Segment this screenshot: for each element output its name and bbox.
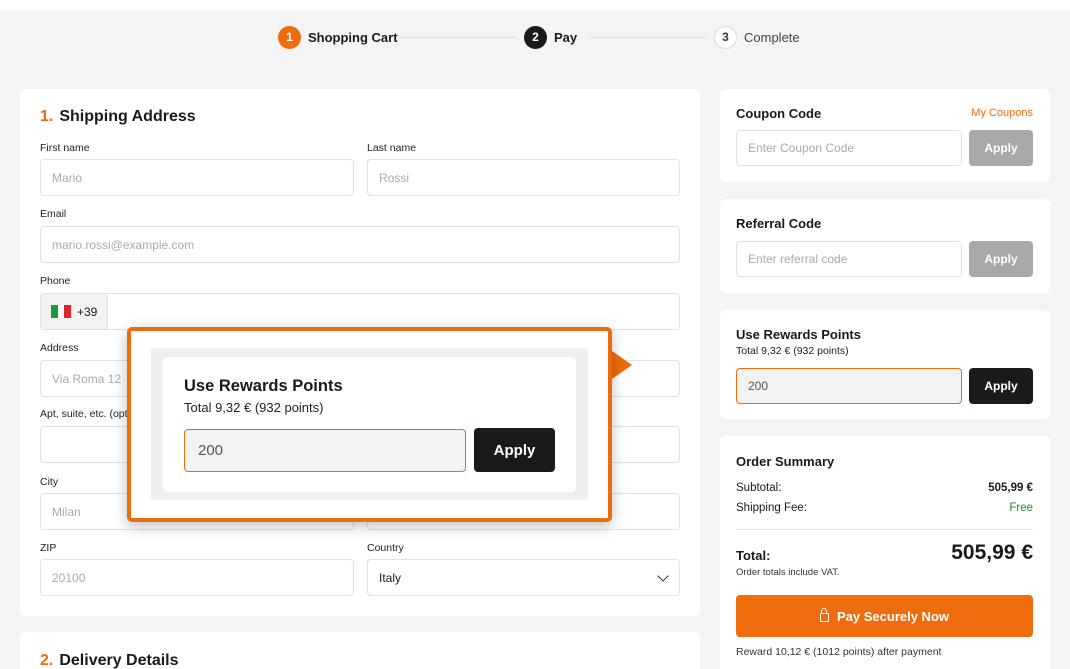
section-title-text: Delivery Details — [59, 652, 179, 669]
callout-backdrop: Use Rewards Points Total 9,32 € (932 poi… — [151, 348, 588, 500]
total-label: Total: — [736, 548, 771, 563]
rewards-zoom-callout: Use Rewards Points Total 9,32 € (932 poi… — [127, 327, 612, 522]
callout-subtitle: Total 9,32 € (932 points) — [184, 400, 324, 415]
country-label: Country — [367, 542, 404, 554]
subtotal-label: Subtotal: — [736, 482, 782, 494]
reward-after-payment-note: Reward 10,12 € (1012 points) after payme… — [736, 646, 942, 658]
chevron-down-icon — [657, 570, 669, 582]
pay-button-label: Pay Securely Now — [837, 608, 949, 624]
summary-divider — [736, 529, 1033, 530]
step-connector — [398, 37, 516, 38]
section-number: 1. — [40, 108, 54, 125]
city-label: City — [40, 476, 59, 488]
step-label: Complete — [744, 29, 800, 45]
country-select[interactable]: Italy — [367, 559, 680, 596]
subtotal-value: 505,99 € — [988, 482, 1033, 494]
step-label: Pay — [554, 29, 578, 45]
callout-rewards-card: Use Rewards Points Total 9,32 € (932 poi… — [163, 357, 576, 492]
step-connector — [590, 37, 706, 38]
referral-input[interactable]: Enter referral code — [736, 241, 962, 277]
italy-flag-icon — [51, 305, 72, 318]
first-name-label: First name — [40, 142, 90, 154]
referral-apply-button[interactable]: Apply — [969, 241, 1033, 277]
coupon-apply-button[interactable]: Apply — [969, 130, 1033, 166]
zip-label: ZIP — [40, 542, 57, 554]
step-number: 1 — [278, 25, 301, 49]
callout-apply-button[interactable]: Apply — [474, 428, 555, 472]
pay-securely-button[interactable]: Pay Securely Now — [736, 595, 1033, 637]
step-complete[interactable]: 3 Complete — [714, 25, 800, 49]
checkout-stepper: 1 Shopping Cart 2 Pay 3 Complete — [0, 25, 1070, 49]
phone-label: Phone — [40, 275, 71, 287]
lock-icon — [820, 608, 829, 622]
vat-note: Order totals include VAT. — [736, 567, 840, 578]
last-name-input[interactable]: Rossi — [367, 159, 680, 196]
coupon-title: Coupon Code — [736, 106, 822, 121]
subtotal-row: Subtotal: 505,99 € — [736, 482, 1033, 494]
callout-title: Use Rewards Points — [184, 377, 343, 395]
referral-card: Referral Code Enter referral code Apply — [720, 199, 1050, 293]
rewards-subtitle: Total 9,32 € (932 points) — [736, 345, 849, 357]
shipping-fee-value: Free — [1009, 502, 1033, 514]
rewards-points-input[interactable]: 200 — [736, 368, 962, 404]
callout-points-input[interactable]: 200 — [184, 429, 466, 472]
country-value: Italy — [379, 570, 402, 585]
shipping-fee-label: Shipping Fee: — [736, 502, 807, 514]
step-pay[interactable]: 2 Pay — [524, 25, 577, 49]
zip-input[interactable]: 20100 — [40, 559, 354, 596]
section-title: 1. Shipping Address — [40, 108, 196, 126]
summary-title: Order Summary — [736, 454, 835, 469]
shipping-fee-row: Shipping Fee: Free — [736, 502, 1033, 514]
phone-country-prefix[interactable]: +39 — [41, 294, 108, 329]
step-number: 2 — [524, 25, 547, 49]
referral-title: Referral Code — [736, 216, 822, 231]
coupon-card: Coupon Code My Coupons Enter Coupon Code… — [720, 89, 1050, 182]
step-shopping-cart[interactable]: 1 Shopping Cart — [278, 25, 398, 49]
apt-label: Apt, suite, etc. (optio — [40, 408, 136, 420]
email-input[interactable]: mario.rossi@example.com — [40, 226, 680, 263]
section-title: 2. Delivery Details — [40, 652, 179, 669]
my-coupons-link[interactable]: My Coupons — [971, 107, 1033, 119]
delivery-details-card: 2. Delivery Details — [20, 632, 700, 669]
callout-pointer — [612, 351, 632, 379]
rewards-card: Use Rewards Points Total 9,32 € (932 poi… — [720, 310, 1050, 419]
section-title-text: Shipping Address — [59, 108, 196, 125]
top-band — [0, 0, 1070, 10]
rewards-apply-button[interactable]: Apply — [969, 368, 1033, 404]
phone-prefix-code: +39 — [77, 304, 98, 319]
rewards-title: Use Rewards Points — [736, 327, 861, 342]
phone-input[interactable]: +39 — [40, 293, 680, 330]
coupon-input[interactable]: Enter Coupon Code — [736, 130, 962, 166]
first-name-input[interactable]: Mario — [40, 159, 354, 196]
step-label: Shopping Cart — [308, 29, 398, 45]
email-label: Email — [40, 208, 67, 220]
address-label: Address — [40, 342, 79, 354]
step-number: 3 — [714, 25, 737, 49]
section-number: 2. — [40, 652, 54, 669]
last-name-label: Last name — [367, 142, 417, 154]
order-summary-card: Order Summary Subtotal: 505,99 € Shippin… — [720, 436, 1050, 669]
total-value: 505,99 € — [951, 541, 1033, 564]
